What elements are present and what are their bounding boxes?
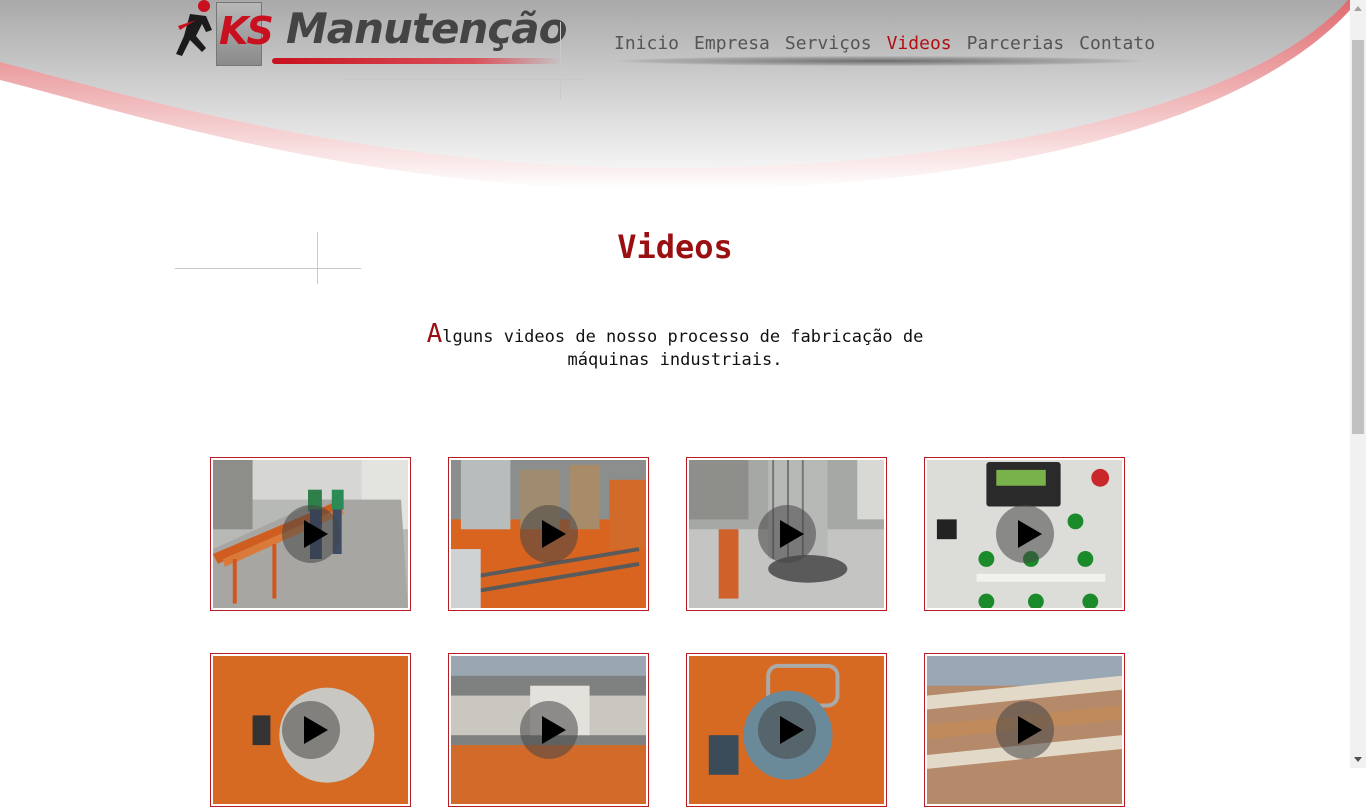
nav-item-videos[interactable]: Videos: [887, 32, 952, 56]
video-thumbnail-5[interactable]: [210, 653, 411, 807]
video-thumbnail-1[interactable]: [210, 457, 411, 611]
decor-line: [340, 79, 586, 80]
video-thumbnail-4[interactable]: [924, 457, 1125, 611]
intro-body: lguns videos de nosso processo de fabric…: [442, 327, 924, 370]
decor-line: [560, 22, 561, 100]
video-thumbnail-6[interactable]: [448, 653, 649, 807]
worker-figure-icon: [176, 0, 212, 56]
play-icon[interactable]: [757, 505, 816, 563]
nav-item-inicio[interactable]: Inicio: [614, 32, 679, 56]
logo-ks-badge: KS: [216, 2, 274, 66]
nav-shadow: [616, 56, 1144, 66]
play-icon[interactable]: [995, 505, 1054, 563]
nav-item-servicos[interactable]: Serviços: [785, 32, 872, 56]
logo-name: Manutenção: [286, 4, 567, 53]
play-icon[interactable]: [757, 701, 816, 759]
scroll-down-icon[interactable]: [1354, 757, 1362, 762]
video-thumbnail-3[interactable]: [686, 457, 887, 611]
logo-mark-text: KS: [219, 9, 274, 53]
decor-line: [175, 268, 361, 269]
site-logo[interactable]: KS Manutenção: [176, 0, 567, 70]
intro-initial: A: [426, 319, 443, 349]
video-thumbnail-7[interactable]: [686, 653, 887, 807]
vertical-scrollbar[interactable]: [1350, 0, 1366, 768]
intro-text: Alguns videos de nosso processo de fabri…: [420, 321, 930, 372]
logo-swoosh: [272, 58, 562, 64]
page-title: Videos: [617, 228, 733, 266]
play-icon[interactable]: [519, 505, 578, 563]
nav-item-parcerias[interactable]: Parcerias: [967, 32, 1065, 56]
main-nav: Inicio Empresa Serviços Videos Parcerias…: [614, 32, 1170, 56]
scrollbar-thumb[interactable]: [1352, 40, 1364, 434]
play-icon[interactable]: [995, 701, 1054, 759]
scroll-up-icon[interactable]: [1354, 6, 1362, 11]
video-thumbnail-8[interactable]: [924, 653, 1125, 807]
play-icon[interactable]: [281, 701, 340, 759]
play-icon[interactable]: [281, 505, 340, 563]
play-icon[interactable]: [519, 701, 578, 759]
video-thumbnail-2[interactable]: [448, 457, 649, 611]
nav-item-empresa[interactable]: Empresa: [694, 32, 770, 56]
nav-item-contato[interactable]: Contato: [1079, 32, 1155, 56]
